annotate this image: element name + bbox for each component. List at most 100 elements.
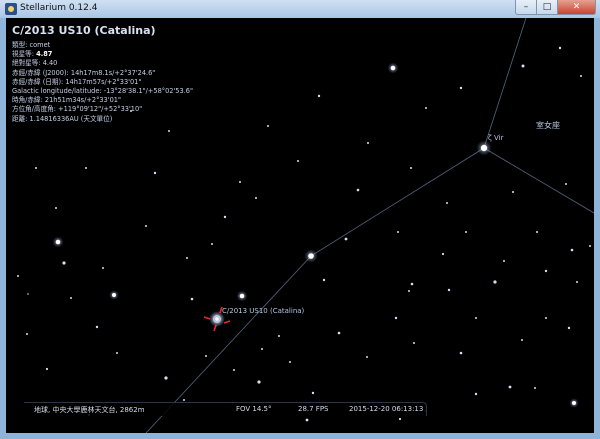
star[interactable] [441, 252, 445, 256]
star[interactable] [567, 326, 571, 330]
star[interactable] [239, 181, 241, 183]
star[interactable] [425, 107, 427, 109]
star[interactable] [570, 248, 574, 252]
star[interactable] [512, 191, 514, 193]
star[interactable] [257, 380, 261, 384]
sky-view[interactable]: C/2013 US10 (Catalina) 類型: comet 視星等: 4.… [6, 18, 594, 433]
star[interactable] [183, 399, 185, 401]
star[interactable] [410, 167, 412, 169]
star[interactable] [35, 167, 37, 169]
star[interactable] [62, 261, 66, 265]
star[interactable] [211, 243, 213, 245]
star[interactable] [398, 417, 402, 421]
maximize-button[interactable]: □ [537, 0, 558, 15]
star[interactable] [545, 317, 547, 319]
star[interactable] [317, 94, 321, 98]
star[interactable] [116, 352, 118, 354]
star[interactable] [308, 253, 314, 259]
star[interactable] [394, 316, 398, 320]
star[interactable] [446, 202, 448, 204]
window-controls: – □ ✕ [515, 0, 596, 17]
star[interactable] [278, 335, 280, 337]
target-label[interactable]: C/2013 US10 (Catalina) [222, 307, 304, 315]
title-bar[interactable]: Stellarium 0.12.4 – □ ✕ [0, 0, 600, 18]
star[interactable] [190, 297, 194, 301]
star[interactable] [337, 331, 341, 335]
star[interactable] [521, 339, 523, 341]
star[interactable] [164, 376, 168, 380]
star[interactable] [503, 260, 505, 262]
magnitude-label: 視星等: [12, 50, 37, 59]
star[interactable] [397, 231, 399, 233]
star[interactable] [390, 65, 396, 71]
star[interactable] [239, 293, 245, 299]
location-text: 地球, 中央大學鹿林天文台, 2862m [34, 406, 145, 414]
star[interactable] [544, 269, 548, 273]
star[interactable] [297, 160, 299, 162]
star[interactable] [344, 237, 348, 241]
star[interactable] [102, 267, 104, 269]
star[interactable] [534, 387, 536, 389]
star[interactable] [589, 245, 591, 247]
object-distance: 距離: 1.14816336AU (天文單位) [12, 114, 113, 123]
star[interactable] [55, 239, 61, 245]
star[interactable] [255, 197, 257, 199]
star[interactable] [459, 86, 463, 90]
constellation-line [310, 147, 485, 257]
star[interactable] [410, 282, 414, 286]
star[interactable] [576, 281, 578, 283]
star[interactable] [261, 348, 263, 350]
star[interactable] [366, 356, 368, 358]
star[interactable] [205, 355, 207, 357]
star[interactable] [153, 171, 157, 175]
star[interactable] [322, 278, 326, 282]
zeta-vir-label[interactable]: ζ Vir [488, 134, 504, 142]
star[interactable] [85, 167, 87, 169]
star[interactable] [223, 215, 227, 219]
comet-nucleus [215, 317, 219, 321]
constellation-line [483, 18, 527, 149]
star[interactable] [408, 290, 410, 292]
star[interactable] [267, 125, 269, 127]
star[interactable] [521, 64, 525, 68]
star[interactable] [572, 401, 576, 405]
star[interactable] [289, 361, 291, 363]
datetime-text: 2015-12-20 06:13:13 [349, 405, 424, 413]
close-button[interactable]: ✕ [558, 0, 596, 15]
star[interactable] [536, 231, 538, 233]
star[interactable] [305, 418, 309, 422]
star[interactable] [233, 369, 235, 371]
minimize-button[interactable]: – [515, 0, 537, 15]
star[interactable] [95, 325, 99, 329]
star[interactable] [70, 297, 72, 299]
magnitude-value: 4.87 [36, 50, 53, 59]
star[interactable] [45, 367, 49, 371]
star[interactable] [145, 225, 147, 227]
star[interactable] [26, 333, 28, 335]
star[interactable] [474, 392, 478, 396]
star[interactable] [465, 231, 467, 233]
star[interactable] [186, 257, 188, 259]
star[interactable] [311, 391, 315, 395]
window-title: Stellarium 0.12.4 [20, 3, 98, 13]
star[interactable] [493, 280, 497, 284]
star[interactable] [168, 130, 170, 132]
star[interactable] [558, 46, 562, 50]
star[interactable] [565, 183, 567, 185]
star[interactable] [55, 207, 57, 209]
star[interactable] [112, 293, 116, 297]
bottom-status-bar[interactable]: 地球, 中央大學鹿林天文台, 2862m FOV 14.5° 28.7 FPS … [24, 402, 427, 416]
star[interactable] [459, 351, 463, 355]
star[interactable] [356, 188, 360, 192]
constellation-label-virgo: 室女座 [536, 121, 560, 130]
star[interactable] [367, 142, 369, 144]
star[interactable] [447, 288, 451, 292]
star[interactable] [480, 144, 488, 152]
star[interactable] [27, 293, 29, 295]
object-name: C/2013 US10 (Catalina) [12, 24, 156, 37]
star[interactable] [17, 275, 19, 277]
star[interactable] [580, 75, 582, 77]
star[interactable] [475, 317, 477, 319]
star[interactable] [508, 385, 512, 389]
star[interactable] [413, 342, 415, 344]
